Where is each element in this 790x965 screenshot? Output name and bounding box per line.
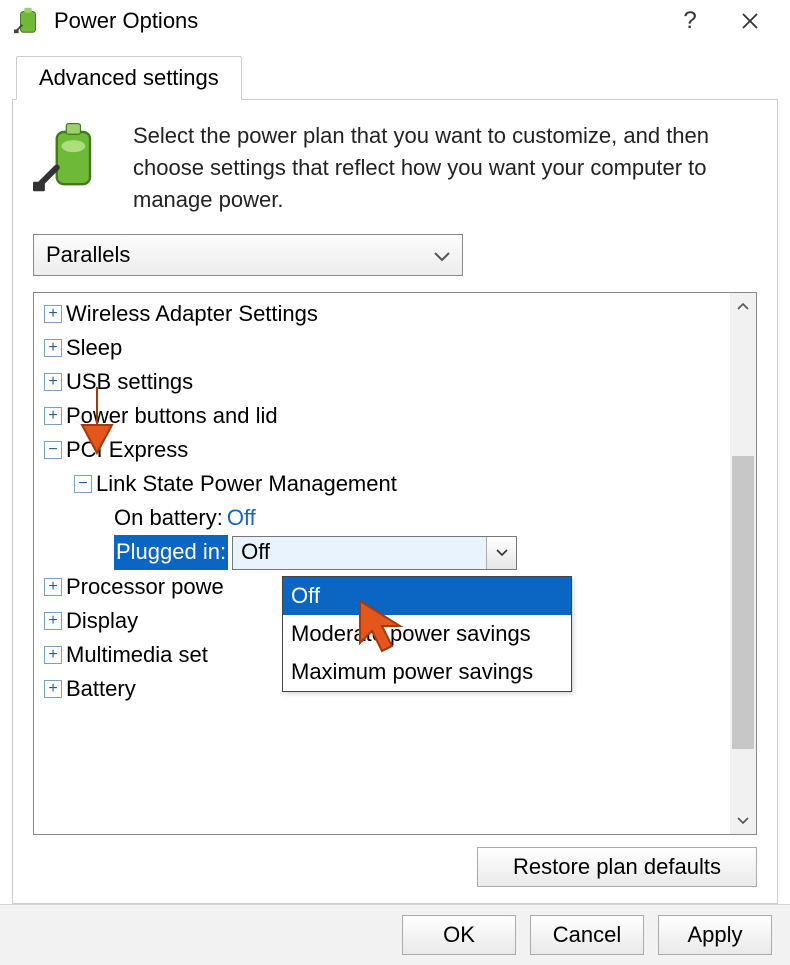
setting-plugged-in[interactable]: Plugged in: Off: [36, 535, 728, 569]
chevron-down-icon[interactable]: [486, 537, 516, 569]
setting-on-battery[interactable]: On battery: Off: [36, 501, 728, 535]
expand-icon[interactable]: +: [44, 373, 62, 391]
cancel-button[interactable]: Cancel: [530, 915, 644, 955]
tree-item-usb[interactable]: + USB settings: [36, 365, 728, 399]
tree-label: Battery: [66, 672, 136, 706]
plan-selected: Parallels: [46, 242, 130, 268]
dropdown-option-off[interactable]: Off: [283, 577, 571, 615]
battery-icon: [10, 3, 46, 39]
power-options-window: Power Options ? PC Advanced settings: [0, 0, 790, 965]
annotation-arrow-down: [72, 385, 122, 465]
dropdown-option-moderate[interactable]: Moderate power savings: [283, 615, 571, 653]
expand-icon[interactable]: +: [44, 680, 62, 698]
scroll-track[interactable]: [730, 319, 756, 808]
annotation-arrow-cursor: [350, 593, 420, 673]
tree-label: Processor powe: [66, 570, 224, 604]
tree-item-sleep[interactable]: + Sleep: [36, 331, 728, 365]
expand-icon[interactable]: +: [44, 407, 62, 425]
battery-large-icon: [33, 120, 113, 200]
tree-label: Display: [66, 604, 138, 638]
tree-item-power-buttons[interactable]: + Power buttons and lid: [36, 399, 728, 433]
expand-icon[interactable]: +: [44, 646, 62, 664]
setting-value: Off: [227, 501, 256, 535]
settings-tree: + Wireless Adapter Settings + Sleep + US…: [33, 292, 757, 835]
expand-icon[interactable]: +: [44, 578, 62, 596]
expand-icon[interactable]: +: [44, 305, 62, 323]
scroll-down-icon[interactable]: [730, 808, 756, 834]
plugged-in-dropdown-list[interactable]: Off Moderate power savings Maximum power…: [282, 576, 572, 692]
dialog-body: PC Advanced settings Select the power pl: [0, 42, 790, 904]
combo-value: Off: [233, 535, 278, 569]
tab-content: Select the power plan that you want to c…: [12, 100, 778, 904]
tree-label: Wireless Adapter Settings: [66, 297, 318, 331]
tree-label: Multimedia set: [66, 638, 208, 672]
dialog-footer: OK Cancel Apply: [0, 904, 790, 965]
titlebar: Power Options ?: [0, 0, 790, 42]
intro-text: Select the power plan that you want to c…: [133, 120, 757, 216]
tree-item-pci-express[interactable]: − PCI Express: [36, 433, 728, 467]
intro-row: Select the power plan that you want to c…: [33, 120, 757, 216]
scroll-up-icon[interactable]: [730, 293, 756, 319]
restore-row: Restore plan defaults: [33, 835, 757, 887]
tree-label: Sleep: [66, 331, 122, 365]
tab-label: Advanced settings: [39, 65, 219, 90]
plugged-in-combobox[interactable]: Off: [232, 536, 517, 570]
tree-item-link-state[interactable]: − Link State Power Management: [36, 467, 728, 501]
tab-row: Advanced settings: [12, 54, 778, 100]
setting-label: On battery:: [114, 501, 223, 535]
apply-button[interactable]: Apply: [658, 915, 772, 955]
tree-scrollbar[interactable]: [730, 293, 756, 834]
power-plan-dropdown[interactable]: Parallels: [33, 234, 463, 276]
scroll-thumb[interactable]: [732, 456, 754, 750]
dropdown-option-maximum[interactable]: Maximum power savings: [283, 653, 571, 691]
collapse-icon[interactable]: −: [74, 475, 92, 493]
expand-icon[interactable]: +: [44, 339, 62, 357]
chevron-down-icon: [434, 242, 450, 268]
tree-label: Link State Power Management: [96, 467, 397, 501]
setting-label: Plugged in:: [114, 535, 228, 569]
help-button[interactable]: ?: [660, 1, 720, 41]
button-label: Restore plan defaults: [513, 854, 721, 879]
window-title: Power Options: [54, 8, 660, 34]
close-button[interactable]: [720, 1, 780, 41]
ok-button[interactable]: OK: [402, 915, 516, 955]
expand-icon[interactable]: +: [44, 612, 62, 630]
button-label: Apply: [687, 922, 742, 947]
restore-defaults-button[interactable]: Restore plan defaults: [477, 847, 757, 887]
button-label: Cancel: [553, 922, 621, 947]
tree-item-wireless[interactable]: + Wireless Adapter Settings: [36, 297, 728, 331]
collapse-icon[interactable]: −: [44, 441, 62, 459]
button-label: OK: [443, 922, 475, 947]
tab-advanced-settings[interactable]: Advanced settings: [16, 56, 242, 100]
